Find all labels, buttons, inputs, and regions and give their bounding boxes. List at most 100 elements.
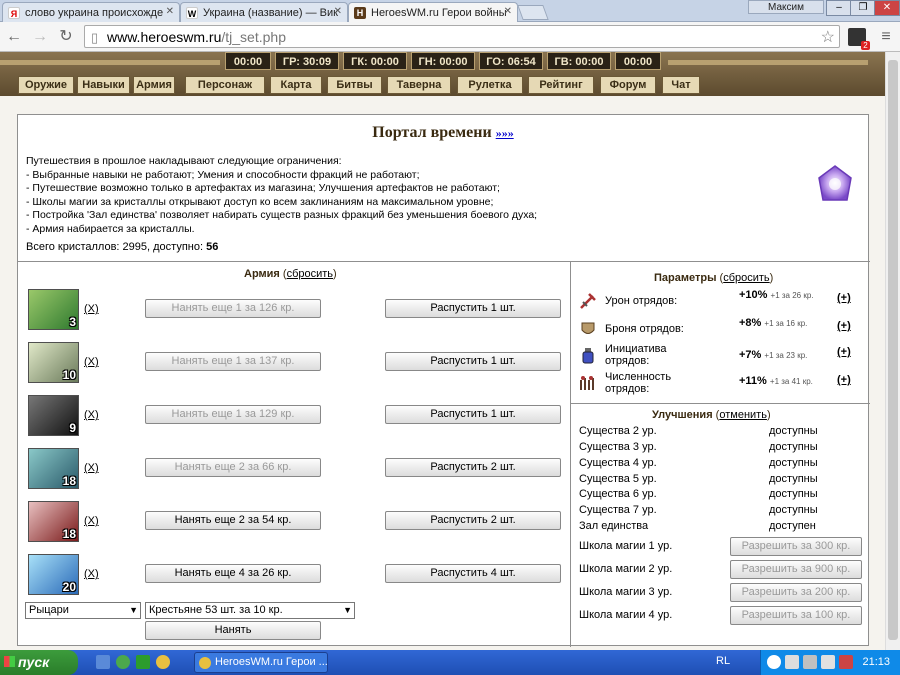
start-button[interactable]: пуск [0, 650, 78, 675]
nav-battles[interactable]: Битвы [327, 76, 382, 94]
param-plus-link[interactable]: (+) [837, 320, 851, 332]
unit-portrait-6: 20 [28, 554, 79, 595]
nav-character[interactable]: Персонаж [185, 76, 265, 94]
unit-remove-link[interactable]: (X) [84, 356, 99, 368]
nav-roulette[interactable]: Рулетка [457, 76, 523, 94]
param-plus-link[interactable]: (+) [837, 374, 851, 386]
scrollbar-thumb[interactable] [888, 60, 898, 640]
unit-remove-link[interactable]: (X) [84, 568, 99, 580]
unit-dismiss-button[interactable]: Распустить 1 шт. [385, 352, 561, 371]
unit-remove-link[interactable]: (X) [84, 303, 99, 315]
tray-icon[interactable] [767, 655, 781, 669]
profile-button[interactable]: Максим [748, 0, 824, 14]
upgrade-row: Существа 2 ур. доступны [579, 425, 869, 441]
url-host: www.heroeswm.ru [107, 29, 222, 45]
show-desktop-icon[interactable] [96, 655, 110, 669]
magic-unlock-button[interactable]: Разрешить за 900 кр. [730, 560, 862, 579]
upgrade-row: Существа 4 ур. доступны [579, 457, 869, 473]
chrome-icon[interactable] [156, 655, 170, 669]
nav-rating[interactable]: Рейтинг [528, 76, 594, 94]
param-cost: +1 за 41 кр. [769, 377, 813, 386]
unit-hire-button[interactable]: Нанять еще 1 за 137 кр. [145, 352, 321, 371]
unit-hire-button[interactable]: Нанять еще 1 за 129 кр. [145, 405, 321, 424]
unit-dismiss-button[interactable]: Распустить 1 шт. [385, 299, 561, 318]
params-heading-text: Параметры [654, 272, 717, 284]
browser-tab-3-active[interactable]: H HeroesWM.ru Герои войны ✕ [348, 2, 518, 23]
divider [570, 261, 571, 647]
upgrade-status: доступны [769, 457, 818, 469]
magic-unlock-button[interactable]: Разрешить за 100 кр. [730, 606, 862, 625]
param-cost: +1 за 23 кр. [764, 351, 808, 360]
param-value-number: +8% [739, 317, 762, 329]
param-value: +8% +1 за 16 кр. [739, 317, 807, 329]
upgrades-cancel-link[interactable]: отменить [719, 409, 767, 421]
address-bar[interactable]: ▯ www.heroeswm.ru/tj_set.php ☆ [84, 25, 840, 48]
unit-hire-button[interactable]: Нанять еще 4 за 26 кр. [145, 564, 321, 583]
nav-forum[interactable]: Форум [600, 76, 656, 94]
upgrade-name: Существа 2 ур. [579, 425, 657, 437]
hire-button[interactable]: Нанять [145, 621, 321, 640]
browser-tab-1[interactable]: Я слово украина происхожде ✕ [2, 2, 180, 22]
unit-hire-button[interactable]: Нанять еще 1 за 126 кр. [145, 299, 321, 318]
unit-dismiss-button[interactable]: Распустить 2 шт. [385, 458, 561, 477]
taskbar-task-chrome[interactable]: HeroesWM.ru Герои ... [194, 652, 328, 673]
unit-remove-link[interactable]: (X) [84, 515, 99, 527]
header-ornament-right [668, 60, 868, 65]
nav-map[interactable]: Карта [270, 76, 322, 94]
upgrade-status: доступен [769, 520, 816, 532]
nav-army[interactable]: Армия [133, 76, 175, 94]
param-value: +11% +1 за 41 кр. [739, 375, 813, 387]
tray-icon[interactable] [803, 655, 817, 669]
restore-icon[interactable]: ❐ [850, 0, 876, 16]
menu-icon[interactable]: ≡ [876, 27, 896, 47]
minimize-icon[interactable]: – [826, 0, 852, 16]
nav-tavern[interactable]: Таверна [387, 76, 451, 94]
creature-select[interactable]: Крестьяне 53 шт. за 10 кр. ▼ [145, 602, 355, 619]
nav-weapons[interactable]: Оружие [18, 76, 74, 94]
close-window-icon[interactable]: ✕ [874, 0, 900, 16]
forward-icon[interactable]: → [30, 27, 50, 47]
magic-unlock-button[interactable]: Разрешить за 300 кр. [730, 537, 862, 556]
start-label: пуск [18, 654, 50, 670]
upgrade-name: Существа 5 ур. [579, 473, 657, 485]
reload-icon[interactable]: ↻ [56, 27, 76, 47]
params-reset-link[interactable]: сбросить [723, 272, 769, 284]
param-plus-link[interactable]: (+) [837, 346, 851, 358]
crystal-icon [818, 165, 852, 201]
extension-icon[interactable]: 2 [848, 28, 870, 50]
unit-hire-button[interactable]: Нанять еще 2 за 66 кр. [145, 458, 321, 477]
volume-icon[interactable] [821, 655, 835, 669]
unit-dismiss-button[interactable]: Распустить 4 шт. [385, 564, 561, 583]
unit-remove-link[interactable]: (X) [84, 409, 99, 421]
crystal-available: 56 [206, 241, 219, 253]
timer-hg: 00:00 [225, 52, 271, 70]
unit-remove-link[interactable]: (X) [84, 462, 99, 474]
language-indicator[interactable]: RL [716, 655, 730, 667]
nav-skills[interactable]: Навыки [77, 76, 130, 94]
crystal-totals: Всего кристаллов: 2995, доступно: 56 [26, 241, 218, 253]
bookmark-star-icon[interactable]: ☆ [821, 27, 835, 47]
close-tab-icon[interactable]: ✕ [504, 6, 512, 17]
new-tab-button[interactable] [517, 5, 549, 20]
tray-icon[interactable] [785, 655, 799, 669]
tray-icon[interactable] [839, 655, 853, 669]
quicklaunch-icon[interactable] [136, 655, 150, 669]
url-text[interactable]: www.heroeswm.ru/tj_set.php [107, 29, 286, 45]
quicklaunch-icon[interactable] [116, 655, 130, 669]
taskbar: пуск HeroesWM.ru Герои ... RL 21:13 [0, 650, 900, 675]
unit-dismiss-button[interactable]: Распустить 2 шт. [385, 511, 561, 530]
army-reset-link[interactable]: сбросить [287, 268, 333, 280]
unit-dismiss-button[interactable]: Распустить 1 шт. [385, 405, 561, 424]
close-tab-icon[interactable]: ✕ [334, 6, 342, 17]
magic-unlock-button[interactable]: Разрешить за 200 кр. [730, 583, 862, 602]
faction-select[interactable]: Рыцари ▼ [25, 602, 141, 619]
timer-gr: ГР: 30:09 [275, 52, 339, 70]
back-icon[interactable]: ← [4, 27, 24, 47]
unit-hire-button[interactable]: Нанять еще 2 за 54 кр. [145, 511, 321, 530]
nav-chat[interactable]: Чат [662, 76, 700, 94]
portal-title-link[interactable]: »»» [496, 126, 514, 140]
unit-portrait-2: 10 [28, 342, 79, 383]
close-tab-icon[interactable]: ✕ [166, 6, 174, 17]
param-plus-link[interactable]: (+) [837, 292, 851, 304]
browser-tab-2[interactable]: W Украина (название) — Вик ✕ [180, 2, 348, 22]
